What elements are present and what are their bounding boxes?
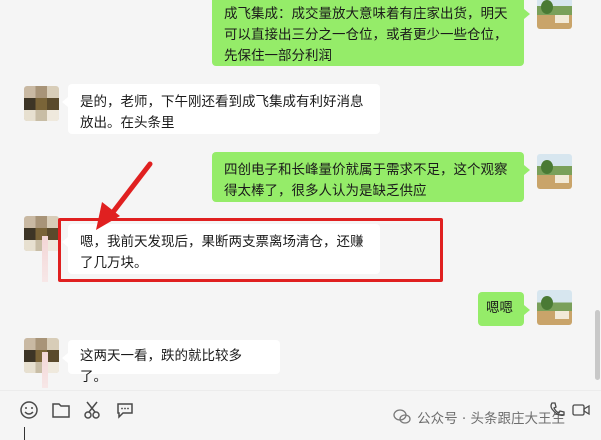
message-bubble-outgoing[interactable]: 成飞集成：成交量放大意味着有庄家出货，明天可以直接出三分之一仓位，或者更少一些仓… bbox=[212, 0, 530, 66]
blurred-name-strip bbox=[42, 352, 48, 388]
chat-bubble-icon[interactable] bbox=[114, 399, 136, 421]
scissors-icon[interactable] bbox=[82, 399, 104, 421]
text-input-cursor[interactable] bbox=[24, 427, 25, 440]
watermark-text: 公众号 · 头条跟庄大王生 bbox=[417, 411, 565, 427]
phone-icon[interactable] bbox=[546, 399, 568, 421]
message-text: 成飞集成：成交量放大意味着有庄家出货，明天可以直接出三分之一仓位，或者更少一些仓… bbox=[224, 6, 508, 64]
blurred-name-strip bbox=[42, 236, 48, 282]
folder-icon[interactable] bbox=[50, 399, 72, 421]
message-text: 四创电子和长峰量价就属于需求不足，这个观察得太棒了，很多人认为是缺乏供应 bbox=[224, 162, 508, 199]
self-avatar[interactable] bbox=[537, 0, 572, 29]
self-avatar[interactable] bbox=[537, 154, 572, 189]
scrollbar-thumb[interactable] bbox=[595, 310, 600, 380]
message-text: 嗯嗯 bbox=[486, 300, 513, 316]
wechat-official-account-icon bbox=[393, 409, 411, 424]
message-bubble-outgoing[interactable]: 四创电子和长峰量价就属于需求不足，这个观察得太棒了，很多人认为是缺乏供应 bbox=[212, 152, 530, 202]
message-bubble-incoming[interactable]: 这两天一看，跌的就比较多了。 bbox=[62, 340, 280, 385]
emoji-icon[interactable] bbox=[18, 399, 40, 421]
message-text: 是的，老师，下午刚还看到成飞集成有利好消息放出。在头条里 bbox=[80, 94, 364, 131]
self-avatar[interactable] bbox=[537, 290, 572, 325]
input-toolbar: 公众号 · 头条跟庄大王生 bbox=[0, 390, 601, 440]
message-bubble-incoming[interactable]: 是的，老师，下午刚还看到成飞集成有利好消息放出。在头条里 bbox=[62, 84, 380, 134]
chat-message-area[interactable]: 成飞集成：成交量放大意味着有庄家出货，明天可以直接出三分之一仓位，或者更少一些仓… bbox=[0, 0, 601, 390]
video-icon[interactable] bbox=[570, 399, 592, 421]
contact-avatar[interactable] bbox=[24, 86, 59, 121]
watermark: 公众号 · 头条跟庄大王生 bbox=[393, 407, 565, 427]
annotation-arrow-icon bbox=[96, 161, 153, 230]
message-bubble-outgoing[interactable]: 嗯嗯 bbox=[478, 292, 530, 326]
scrollbar[interactable] bbox=[595, 0, 601, 390]
message-text: 这两天一看，跌的就比较多了。 bbox=[80, 348, 242, 385]
